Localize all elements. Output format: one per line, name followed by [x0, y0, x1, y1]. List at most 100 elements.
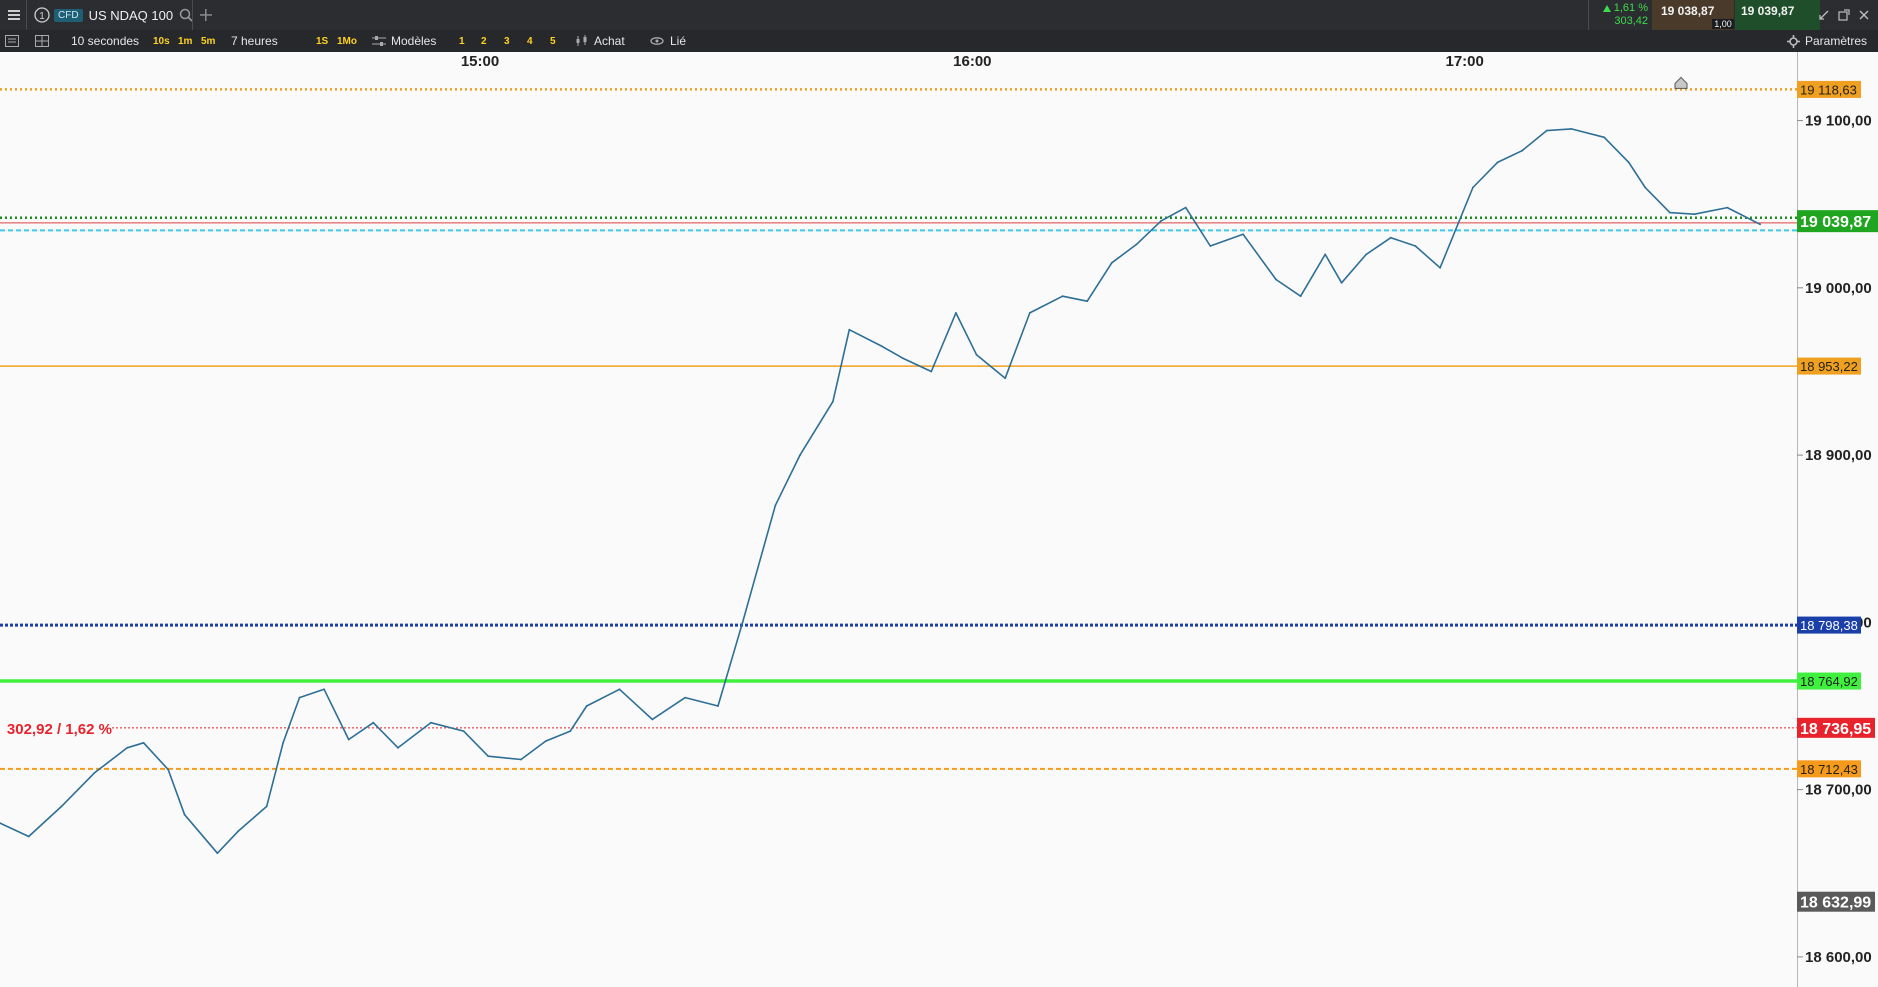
price-point — [1004, 377, 1007, 380]
range-1s-button[interactable]: 1S — [316, 30, 328, 52]
interval-selector[interactable]: 10 secondes — [71, 30, 139, 52]
price-level-label: 18 632,99 — [1800, 895, 1871, 912]
price-change-box: 1,61 % 303,42 — [1590, 0, 1652, 30]
price-level-label: 18 798,38 — [1800, 618, 1858, 633]
price-point — [1061, 295, 1064, 298]
price-point — [1160, 220, 1162, 222]
price-point — [1242, 233, 1244, 236]
range-selector[interactable]: 7 heures — [231, 30, 278, 52]
templates-label: Modèles — [391, 34, 437, 48]
settings-button[interactable]: Paramètres — [1787, 30, 1867, 52]
price-point — [1275, 278, 1277, 281]
price-point — [372, 721, 375, 724]
triangle-up-icon — [1602, 4, 1611, 12]
close-icon[interactable] — [1858, 0, 1870, 30]
price-point — [1028, 312, 1031, 314]
buy-button[interactable]: Achat — [575, 30, 625, 52]
price-point — [1110, 261, 1113, 264]
top-bar: 1 CFD US NDAQ 100 1,61 % 303,42 19 038,8… — [0, 0, 1878, 30]
price-point — [901, 357, 904, 359]
price-point — [1521, 149, 1523, 152]
y-tick-label: 19 000,00 — [1805, 280, 1872, 297]
price-point — [1439, 266, 1441, 269]
instrument-type-badge: CFD — [54, 8, 83, 22]
price-point — [930, 370, 933, 373]
price-point — [520, 758, 522, 761]
price-level-label: 18 712,43 — [1800, 762, 1858, 777]
interval-5m-button[interactable]: 5m — [201, 30, 215, 52]
change-absolute: 303,42 — [1614, 15, 1648, 27]
buy-price: 19 039,87 — [1741, 4, 1795, 18]
price-level-label: 18 736,95 — [1800, 721, 1871, 738]
info-circle-icon[interactable]: 1 — [34, 0, 50, 30]
slot-4-button[interactable]: 4 — [527, 30, 533, 52]
buy-price-button[interactable]: 19 039,87 — [1735, 0, 1820, 30]
price-point — [1340, 281, 1343, 284]
instrument-name: US NDAQ 100 — [88, 7, 174, 23]
collapse-icon[interactable] — [1818, 0, 1830, 30]
price-point — [167, 768, 170, 771]
link-button[interactable]: Lié — [650, 30, 686, 52]
price-point — [832, 400, 834, 403]
spread-value: 1,00 — [1712, 19, 1734, 29]
y-tick-label: 18 700,00 — [1805, 782, 1872, 799]
price-point — [651, 718, 654, 721]
price-point — [1389, 236, 1392, 239]
price-point — [397, 746, 399, 749]
price-point — [298, 696, 301, 699]
slot-2-button[interactable]: 2 — [481, 30, 487, 52]
price-point — [1570, 128, 1573, 130]
hamburger-menu-icon[interactable] — [6, 0, 22, 30]
sliders-icon — [372, 36, 386, 46]
interval-10s-button[interactable]: 10s — [153, 30, 170, 52]
price-point — [93, 772, 96, 774]
x-tick-label: 15:00 — [461, 53, 499, 70]
price-point — [1668, 211, 1671, 214]
layout-list-icon[interactable] — [5, 30, 19, 52]
price-point — [1365, 253, 1368, 256]
price-level-label: 18 764,92 — [1800, 674, 1858, 689]
price-point — [282, 741, 284, 744]
price-point — [1496, 161, 1499, 164]
popout-icon[interactable] — [1838, 0, 1850, 30]
price-point — [1726, 206, 1729, 209]
templates-button[interactable]: Modèles — [372, 30, 436, 52]
instrument-tab[interactable]: CFD US NDAQ 100 — [54, 0, 193, 30]
price-chart[interactable]: 15:00 16:00 17:00 19 100,00 19 000,00 18 900… — [0, 52, 1878, 987]
chart-toolbar: 10 secondes 10s 1m 5m 7 heures 1S 1Mo Mo… — [0, 30, 1878, 52]
price-point — [60, 805, 63, 808]
range-1mo-button[interactable]: 1Mo — [337, 30, 357, 52]
search-icon[interactable] — [179, 8, 193, 22]
price-point — [323, 688, 325, 691]
x-tick-label: 17:00 — [1445, 53, 1483, 70]
settings-label: Paramètres — [1805, 34, 1868, 48]
link-label: Lié — [670, 34, 687, 48]
price-point — [27, 835, 30, 838]
price-point — [1184, 206, 1187, 209]
price-point — [684, 696, 687, 699]
price-point — [1759, 223, 1761, 226]
price-point — [142, 741, 145, 744]
price-point — [216, 852, 219, 855]
price-point — [1545, 129, 1548, 132]
slot-1-button[interactable]: 1 — [459, 30, 465, 52]
plus-icon[interactable] — [200, 0, 212, 30]
price-point — [1472, 186, 1474, 189]
plot-area — [0, 52, 1797, 987]
price-point — [237, 830, 239, 833]
price-point — [955, 312, 957, 314]
slot-3-button[interactable]: 3 — [504, 30, 510, 52]
y-tick-label: 18 600,00 — [1805, 949, 1872, 966]
grid-layout-icon[interactable] — [35, 30, 49, 52]
price-point — [848, 328, 851, 331]
price-point — [1135, 243, 1138, 246]
price-point — [741, 621, 744, 624]
price-point — [1086, 300, 1089, 303]
slot-5-button[interactable]: 5 — [550, 30, 556, 52]
candles-icon — [576, 35, 587, 46]
sell-price: 19 038,87 — [1661, 4, 1715, 18]
change-percent: 1,61 % — [1613, 2, 1648, 14]
current-price-label: 19 039,87 — [1800, 214, 1871, 231]
interval-1m-button[interactable]: 1m — [178, 30, 192, 52]
price-level-label: 19 118,63 — [1800, 82, 1857, 97]
